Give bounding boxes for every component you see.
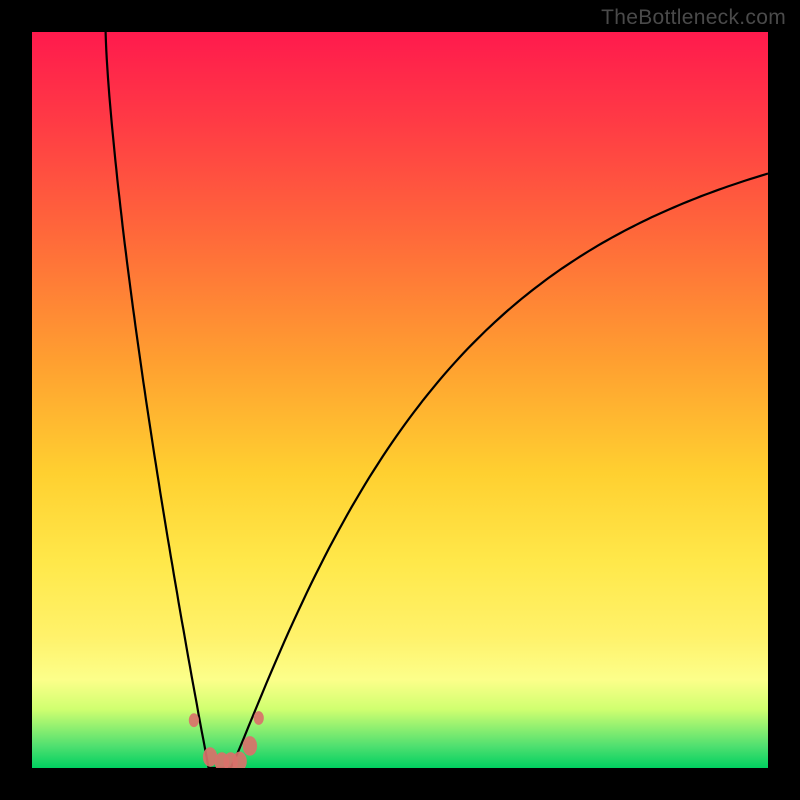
bottleneck-curve [106, 32, 768, 768]
plot-area [32, 32, 768, 768]
chart-frame: TheBottleneck.com [0, 0, 800, 800]
marker-point [243, 736, 257, 756]
marker-point [189, 713, 199, 727]
curve-layer [32, 32, 768, 768]
marker-point [254, 711, 264, 725]
attribution-watermark: TheBottleneck.com [601, 6, 786, 30]
